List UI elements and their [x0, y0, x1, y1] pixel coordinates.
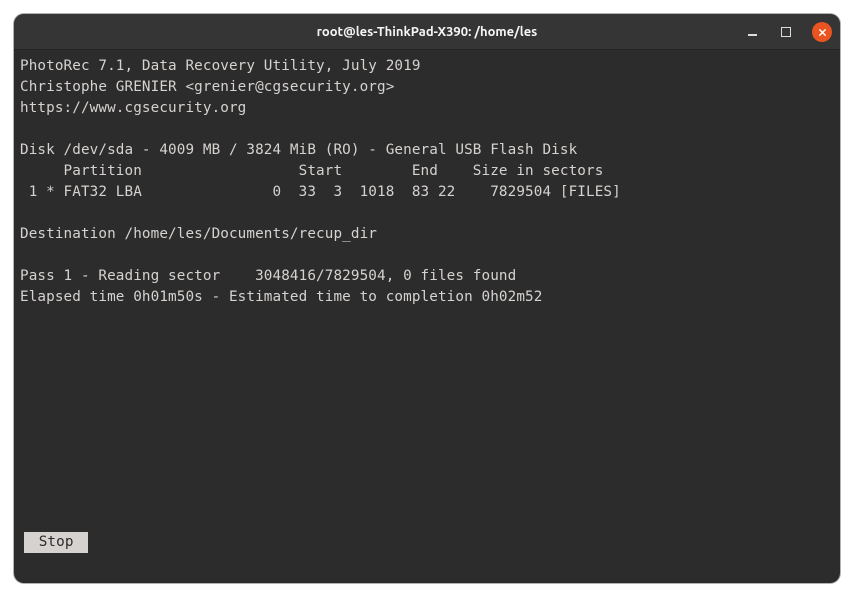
window-title: root@les-ThinkPad-X390: /home/les	[317, 25, 538, 39]
app-header-3: https://www.cgsecurity.org	[20, 100, 246, 116]
maximize-button[interactable]	[778, 24, 794, 40]
window-controls	[744, 14, 832, 50]
minimize-button[interactable]	[744, 24, 760, 40]
destination-line: Destination /home/les/Documents/recup_di…	[20, 226, 377, 242]
terminal-window: root@les-ThinkPad-X390: /home/les PhotoR…	[14, 14, 840, 583]
terminal-body[interactable]: PhotoRec 7.1, Data Recovery Utility, Jul…	[14, 50, 840, 583]
close-icon	[818, 28, 827, 37]
time-line: Elapsed time 0h01m50s - Estimated time t…	[20, 289, 542, 305]
disk-info: Disk /dev/sda - 4009 MB / 3824 MiB (RO) …	[20, 142, 577, 158]
titlebar: root@les-ThinkPad-X390: /home/les	[14, 14, 840, 50]
close-button[interactable]	[812, 22, 832, 42]
pass-line: Pass 1 - Reading sector 3048416/7829504,…	[20, 268, 516, 284]
app-header-2: Christophe GRENIER <grenier@cgsecurity.o…	[20, 79, 394, 95]
stop-button[interactable]: Stop	[24, 532, 88, 553]
partition-row: 1 * FAT32 LBA 0 33 3 1018 83 22 7829504 …	[20, 184, 621, 200]
partition-header: Partition Start End Size in sectors	[20, 163, 603, 179]
app-header-1: PhotoRec 7.1, Data Recovery Utility, Jul…	[20, 58, 421, 74]
